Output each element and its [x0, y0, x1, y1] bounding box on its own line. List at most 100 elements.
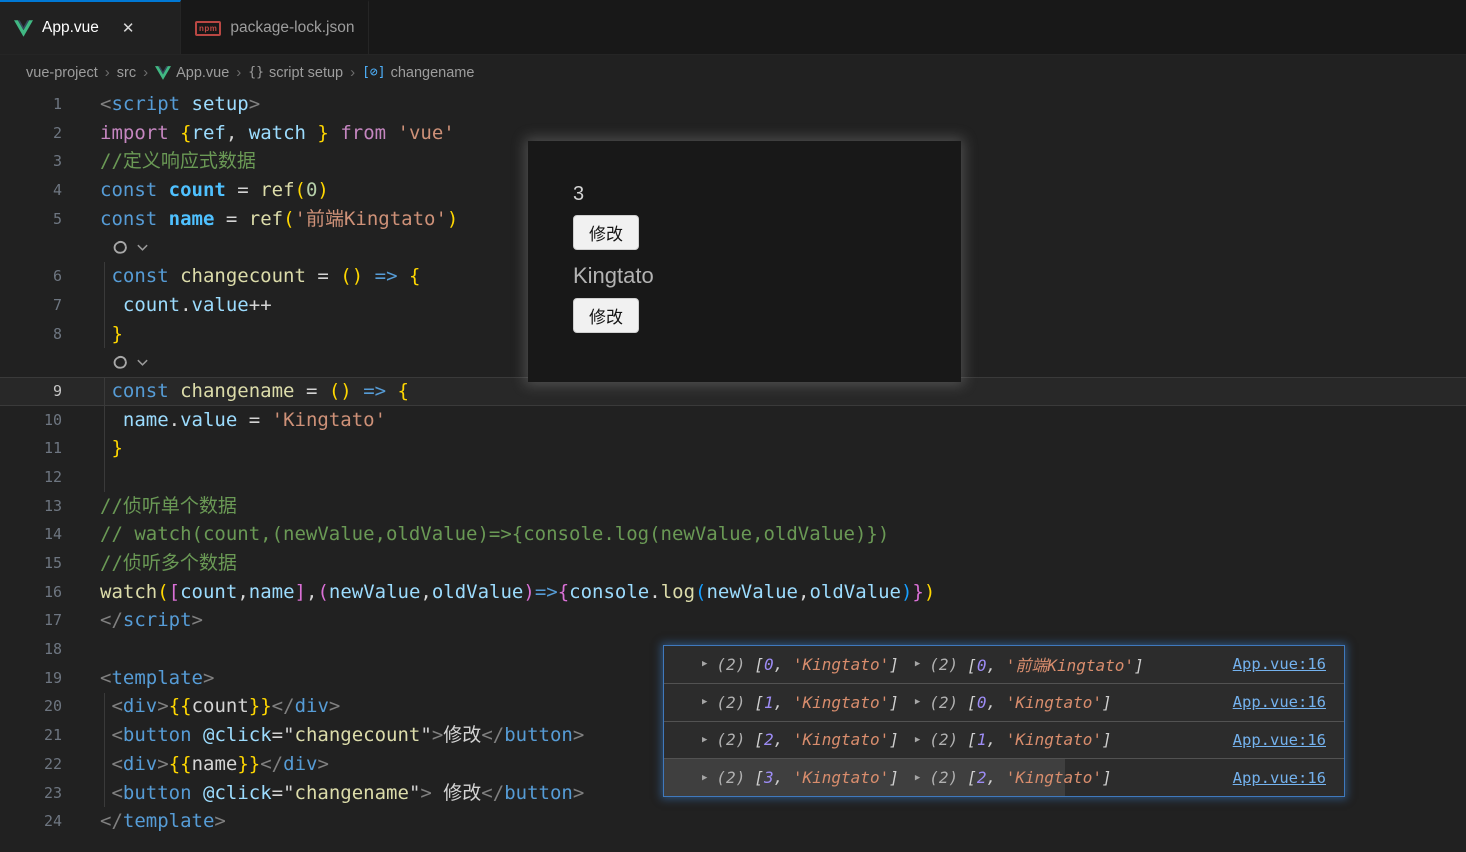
- console-source-link[interactable]: App.vue:16: [1233, 693, 1326, 711]
- tab-label: package-lock.json: [230, 19, 355, 36]
- line-number: 6: [52, 267, 62, 286]
- line-number: 16: [43, 582, 62, 601]
- line-number: 20: [43, 697, 62, 716]
- indent-guide: [104, 262, 105, 349]
- close-icon[interactable]: ✕: [122, 19, 135, 37]
- chevron-down-icon: [137, 359, 148, 366]
- code-line: 12: [0, 463, 1466, 492]
- line-number: 12: [43, 467, 62, 486]
- line-number: 18: [43, 640, 62, 659]
- console-source-link[interactable]: App.vue:16: [1233, 769, 1326, 787]
- breadcrumb-item-src[interactable]: src: [117, 65, 136, 81]
- app-preview-panel: 3 修改 Kingtato 修改: [528, 141, 961, 382]
- code-text: <div>{{name}}</div>: [111, 752, 329, 775]
- code-text: // watch(count,(newValue,oldValue)=>{con…: [100, 523, 890, 546]
- change-count-button[interactable]: 修改: [573, 215, 639, 250]
- code-text: //定义响应式数据: [100, 150, 256, 173]
- line-number: 23: [43, 783, 62, 802]
- breadcrumb: vue-project › src › App.vue › {} script …: [0, 55, 1466, 90]
- chevron-right-icon: ›: [236, 64, 242, 81]
- console-panel: ▶ (2) [0, 'Kingtato'] ▶ (2) [0, '前端Kingtato']…: [663, 645, 1345, 797]
- code-text: //侦听单个数据: [100, 494, 237, 517]
- expand-triangle-icon[interactable]: ▶: [915, 735, 920, 745]
- code-line: 10 name.value = 'Kingtato': [0, 406, 1466, 435]
- line-number: 21: [43, 726, 62, 745]
- tab-bar: App.vue ✕ npm package-lock.json: [0, 0, 1466, 55]
- array-preview: [1, 'Kingtato']: [754, 692, 899, 712]
- array-preview: [2, 'Kingtato']: [967, 768, 1112, 788]
- code-line: 17 </script>: [0, 606, 1466, 635]
- chevron-right-icon: ›: [143, 64, 149, 81]
- symbol-variable-icon: [⊘]: [362, 65, 386, 80]
- code-text: watch([count,name],(newValue,oldValue)=>…: [100, 580, 936, 603]
- code-line: 1 <script setup>: [0, 90, 1466, 119]
- logged-array: ▶ (2) [3, 'Kingtato']: [702, 768, 899, 787]
- console-log-row[interactable]: ▶ (2) [0, 'Kingtato'] ▶ (2) [0, '前端Kingtato']…: [664, 646, 1344, 684]
- code-text: <script setup>: [100, 93, 261, 115]
- code-line: 13 //侦听单个数据: [0, 492, 1466, 521]
- array-preview: [3, 'Kingtato']: [754, 768, 899, 788]
- expand-triangle-icon[interactable]: ▶: [702, 773, 707, 783]
- array-length-badge: (2): [929, 768, 959, 788]
- vue-logo-icon: [155, 65, 172, 80]
- change-name-button[interactable]: 修改: [573, 298, 639, 333]
- tab-package-lock[interactable]: npm package-lock.json: [181, 0, 370, 54]
- array-length-badge: (2): [716, 768, 746, 788]
- vue-reactivity-icon: [113, 241, 127, 254]
- line-number: 4: [52, 181, 62, 200]
- logged-array: ▶ (2) [0, '前端Kingtato']: [915, 652, 1144, 676]
- line-number: 10: [43, 410, 62, 429]
- line-number: 17: [43, 611, 62, 630]
- breadcrumb-item-file[interactable]: App.vue: [155, 65, 229, 81]
- array-length-badge: (2): [716, 730, 746, 750]
- chevron-right-icon: ›: [104, 64, 110, 81]
- expand-triangle-icon[interactable]: ▶: [915, 773, 920, 783]
- code-line: 15 //侦听多个数据: [0, 549, 1466, 578]
- code-line: 24 </template>: [0, 807, 1466, 836]
- logged-array: ▶ (2) [1, 'Kingtato']: [915, 730, 1112, 749]
- line-number: 8: [52, 324, 62, 343]
- console-log-row[interactable]: ▶ (2) [2, 'Kingtato'] ▶ (2) [1, 'Kingtato'] Ap…: [664, 722, 1344, 760]
- console-source-link[interactable]: App.vue:16: [1233, 731, 1326, 749]
- code-text: </template>: [100, 810, 226, 833]
- line-number: 11: [43, 439, 62, 458]
- code-text: const count = ref(0): [100, 179, 329, 202]
- breadcrumb-item-symbol[interactable]: [⊘] changename: [362, 65, 474, 81]
- console-log-row[interactable]: ▶ (2) [1, 'Kingtato'] ▶ (2) [0, 'Kingtato'] Ap…: [664, 684, 1344, 722]
- code-text: //侦听多个数据: [100, 552, 237, 574]
- line-number: 3: [52, 152, 62, 171]
- console-source-link[interactable]: App.vue:16: [1233, 655, 1326, 673]
- expand-triangle-icon[interactable]: ▶: [702, 659, 707, 669]
- breadcrumb-item-project[interactable]: vue-project: [26, 65, 98, 81]
- code-text: count.value++: [122, 293, 272, 316]
- line-number: 13: [43, 496, 62, 515]
- code-text: import {ref, watch } from 'vue': [100, 121, 455, 144]
- logged-array: ▶ (2) [0, 'Kingtato']: [915, 693, 1112, 712]
- line-number: 19: [43, 668, 62, 687]
- code-text: <template>: [100, 666, 215, 689]
- expand-triangle-icon[interactable]: ▶: [702, 735, 707, 745]
- logged-array: ▶ (2) [2, 'Kingtato']: [915, 768, 1112, 787]
- tab-app-vue[interactable]: App.vue ✕: [0, 0, 181, 54]
- code-line: 11 }: [0, 434, 1466, 463]
- code-text: const changename = () => {: [111, 379, 409, 402]
- vue-reactivity-icon: [113, 356, 127, 369]
- array-preview: [0, 'Kingtato']: [754, 654, 899, 674]
- array-length-badge: (2): [929, 692, 959, 712]
- code-text: name.value = 'Kingtato': [122, 408, 387, 431]
- array-length-badge: (2): [716, 654, 746, 674]
- expand-triangle-icon[interactable]: ▶: [702, 697, 707, 707]
- code-text: </script>: [100, 609, 203, 632]
- logged-array: ▶ (2) [0, 'Kingtato']: [702, 655, 899, 674]
- name-display: Kingtato: [573, 263, 654, 288]
- line-number: 9: [52, 381, 62, 400]
- code-text: }: [111, 437, 123, 460]
- console-log-row[interactable]: ▶ (2) [3, 'Kingtato'] ▶ (2) [2, 'Kingtato'] Ap…: [664, 759, 1344, 796]
- breadcrumb-item-script-setup[interactable]: {} script setup: [248, 65, 343, 81]
- code-text: <button @click="changecount">修改</button>: [111, 724, 585, 747]
- chevron-right-icon: ›: [350, 64, 356, 81]
- line-number: 2: [52, 123, 62, 142]
- code-line: 14 // watch(count,(newValue,oldValue)=>{c…: [0, 520, 1466, 549]
- expand-triangle-icon[interactable]: ▶: [915, 659, 920, 669]
- expand-triangle-icon[interactable]: ▶: [915, 697, 920, 707]
